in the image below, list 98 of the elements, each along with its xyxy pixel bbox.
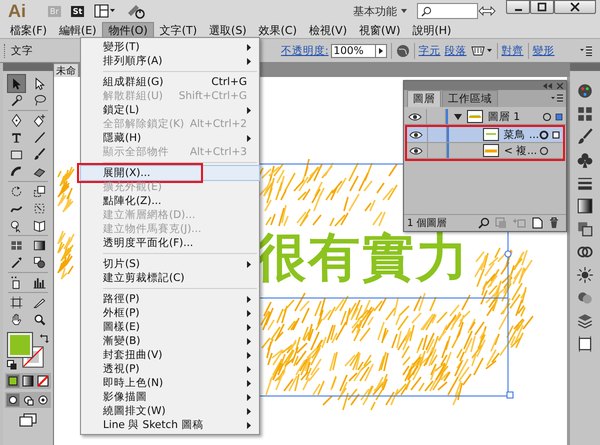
menu-item[interactable]: 封套扭曲(V) xyxy=(81,348,259,362)
eye-icon[interactable] xyxy=(409,146,423,154)
target-circle-icon[interactable] xyxy=(542,112,552,122)
sun-icon[interactable] xyxy=(576,266,594,284)
selection-square-icon[interactable] xyxy=(552,130,560,138)
menu-bar-item[interactable]: 檔案(F) xyxy=(4,22,53,38)
layer-count: 1 個圖層 xyxy=(407,217,447,230)
swatch-grid-icon[interactable] xyxy=(576,105,594,123)
opacity-field[interactable]: 100% xyxy=(330,44,377,58)
stock-button[interactable]: St xyxy=(70,6,84,16)
draw-normal-icon[interactable] xyxy=(6,393,20,407)
menu-bar-item[interactable]: 視窗(W) xyxy=(352,22,406,38)
scale-icon[interactable] xyxy=(31,183,48,200)
sublayer-name: 菜鳥 ... xyxy=(504,128,540,142)
menu-item[interactable]: 鎖定(L) xyxy=(81,103,259,117)
expand-triangle-icon[interactable] xyxy=(454,114,462,120)
sync-icon[interactable] xyxy=(126,3,146,19)
panel-menu-icon[interactable] xyxy=(551,94,563,104)
text-style-icon[interactable] xyxy=(470,44,493,56)
target-circle-icon[interactable] xyxy=(539,130,550,140)
panel-tab[interactable]: 工作區域 xyxy=(442,90,498,107)
menu-bar-item[interactable]: 選取(S) xyxy=(203,22,253,38)
color-mode-icon[interactable] xyxy=(6,374,20,388)
blend-icon[interactable] xyxy=(31,254,48,271)
clipping-mask-icon[interactable] xyxy=(495,217,507,229)
pen-plus-icon[interactable] xyxy=(31,112,48,129)
globe-icon[interactable] xyxy=(396,44,410,58)
sublayer-thumbnail xyxy=(483,144,499,157)
menu-item[interactable]: Line 與 Sketch 圖稿 xyxy=(81,418,259,432)
gradient-mode-icon[interactable] xyxy=(21,374,35,388)
none-mode-icon[interactable] xyxy=(36,374,50,388)
minimize-icon xyxy=(514,9,522,11)
transform-link[interactable]: 變形 xyxy=(532,44,555,58)
menu-item[interactable]: 圖樣(E) xyxy=(81,320,259,334)
menu-item[interactable]: 點陣化(Z)... xyxy=(81,194,259,208)
artboard-icon[interactable] xyxy=(8,294,25,311)
new-layer-icon[interactable] xyxy=(531,217,543,229)
stacked-layers-icon[interactable] xyxy=(576,312,594,330)
arrange-documents-icon[interactable] xyxy=(94,4,116,18)
draw-inside-icon[interactable] xyxy=(36,393,50,407)
maximize-button[interactable] xyxy=(530,0,554,14)
caret-icon xyxy=(401,9,407,13)
workspace-switcher[interactable]: 基本功能 xyxy=(353,4,397,18)
minimize-button[interactable] xyxy=(506,0,530,14)
menu-item[interactable]: 外框(P) xyxy=(81,306,259,320)
menu-item[interactable]: 繞圖排文(W) xyxy=(81,404,259,418)
menu-item[interactable]: 隱藏(H) xyxy=(81,131,259,145)
artboard-icon[interactable] xyxy=(576,335,594,353)
sublayer-name: < 複... xyxy=(504,144,538,158)
default-colors-icon[interactable] xyxy=(7,360,17,370)
draw-behind-icon[interactable] xyxy=(21,393,35,407)
fill-color-swatch[interactable] xyxy=(8,333,32,357)
align-link[interactable]: 對齊 xyxy=(502,44,524,58)
search-icon xyxy=(421,6,432,16)
layer-name[interactable]: 圖層 1 xyxy=(488,110,542,124)
paragraph-link[interactable]: 段落 xyxy=(444,44,467,58)
menu-item[interactable]: 變形(T) xyxy=(81,40,259,54)
maximize-icon xyxy=(537,2,547,12)
menu-item[interactable]: 透視(P) xyxy=(81,362,259,376)
double-arrow-icon[interactable] xyxy=(478,5,496,17)
target-circle-icon[interactable] xyxy=(539,146,549,156)
palette-icon[interactable] xyxy=(576,82,594,100)
close-icon xyxy=(570,2,580,12)
layer-thumbnail xyxy=(467,110,483,123)
menu-item[interactable]: 即時上色(N) xyxy=(81,376,259,390)
sublayer-thumbnail xyxy=(482,128,499,141)
menu-item[interactable]: 排列順序(A) xyxy=(81,54,259,68)
trash-icon[interactable] xyxy=(548,217,560,229)
eye-icon[interactable] xyxy=(409,130,423,138)
search-field[interactable] xyxy=(417,3,478,19)
overlapping-squares-icon[interactable] xyxy=(576,220,594,238)
search-icon[interactable] xyxy=(478,217,490,229)
menu-item[interactable]: 路徑(P) xyxy=(81,292,259,306)
sublayer-row[interactable]: < 複... xyxy=(407,143,563,159)
menu-item[interactable]: 影像描圖 xyxy=(81,390,259,404)
menu-item[interactable]: 組成群組(G) Ctrl+G xyxy=(81,75,259,89)
opacity-link[interactable]: 不透明度: xyxy=(281,44,329,58)
gradient-square-icon[interactable] xyxy=(576,197,594,215)
eye-icon[interactable] xyxy=(408,112,422,120)
character-link[interactable]: 字元 xyxy=(418,44,441,58)
panel-menu-icon[interactable] xyxy=(580,46,592,56)
close-icon[interactable] xyxy=(557,82,563,88)
screen-mode-icon[interactable] xyxy=(19,413,37,427)
club-icon[interactable] xyxy=(576,151,594,169)
menu-item[interactable]: 漸變(B) xyxy=(81,334,259,348)
menu-bar-item[interactable]: 效果(C) xyxy=(252,22,303,38)
sublayer-row[interactable]: 菜鳥 ... xyxy=(407,127,563,143)
app-logo: Ai xyxy=(8,0,26,22)
menu-bar-item[interactable]: 說明(H) xyxy=(406,22,458,38)
swap-arrow-icon[interactable] xyxy=(40,333,50,343)
tool-label: 文字 xyxy=(11,44,33,58)
close-button[interactable] xyxy=(554,0,596,14)
brush-icon[interactable] xyxy=(576,128,594,146)
menu-bar-item[interactable]: 編輯(E) xyxy=(52,22,102,38)
menu-bar-item[interactable]: 檢視(V) xyxy=(302,22,353,38)
menu-bar-item[interactable]: 文字(T) xyxy=(154,22,204,38)
document-tab[interactable]: 未命 xyxy=(54,64,78,77)
panel-tab[interactable]: 圖層 xyxy=(407,90,441,107)
